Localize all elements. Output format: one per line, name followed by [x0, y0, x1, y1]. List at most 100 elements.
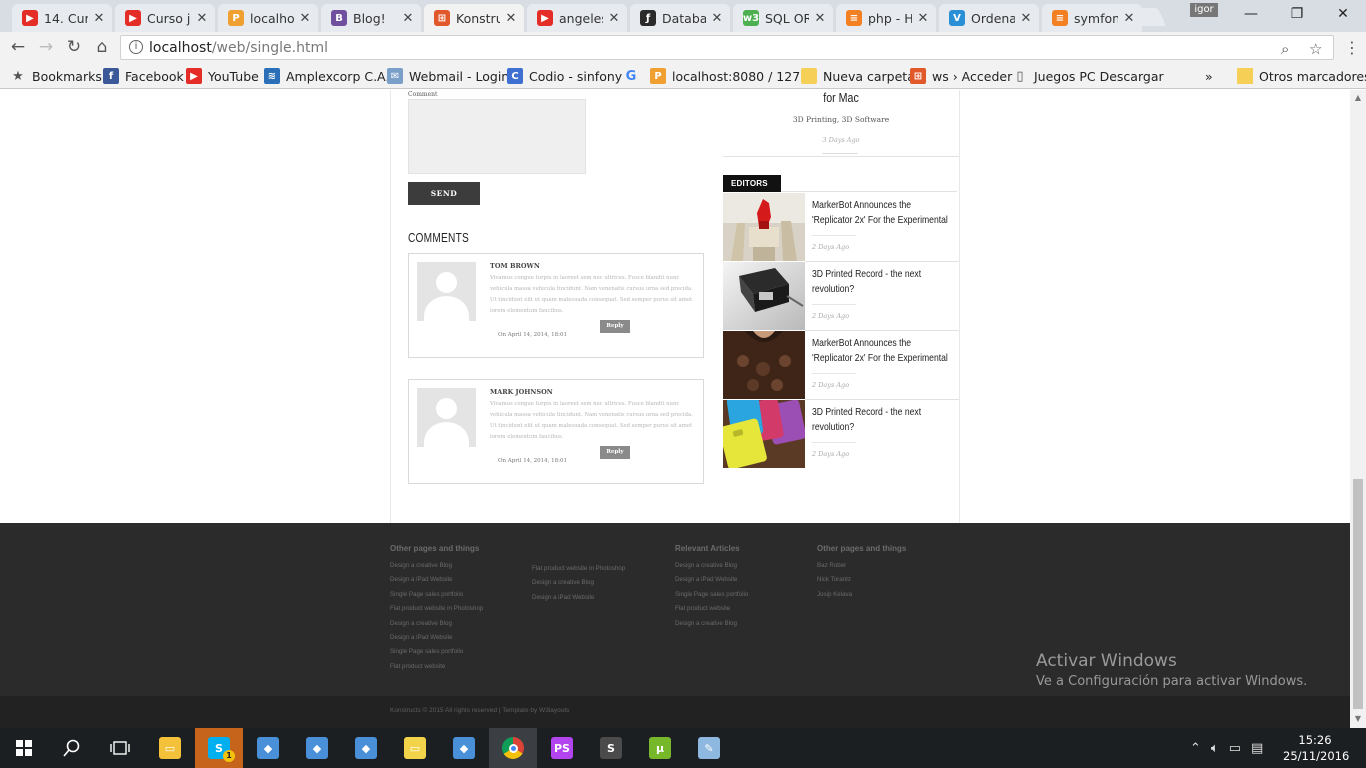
bookmark-item[interactable]: f Facebook — [103, 67, 184, 85]
footer-link[interactable]: Design a creative Blog — [390, 562, 452, 569]
bookmark-item[interactable]: ≋ Amplexcorp C.A. — [264, 67, 389, 85]
bookmark-item[interactable]: ★ Bookmarks — [10, 67, 102, 85]
editors-pick-item[interactable]: MarkerBot Announces the 'Replicator 2x' … — [723, 331, 959, 400]
reply-button[interactable]: Reply — [600, 320, 630, 333]
taskbar-app[interactable]: µ — [636, 728, 684, 768]
browser-tab[interactable]: B Blog! ✕ — [321, 4, 421, 32]
close-icon[interactable]: ✕ — [195, 11, 209, 26]
browser-tab[interactable]: ▶ 14. Curs ✕ — [12, 4, 112, 32]
volume-icon[interactable]: 🔈︎ — [1211, 741, 1219, 756]
scroll-up-icon[interactable]: ▲ — [1353, 93, 1363, 103]
taskbar-app[interactable]: S — [587, 728, 635, 768]
task-view-icon[interactable] — [96, 728, 144, 768]
editors-pick-item[interactable]: MarkerBot Announces the 'Replicator 2x' … — [723, 193, 959, 262]
close-icon[interactable]: ✕ — [916, 11, 930, 26]
footer-link[interactable]: Design a creative Blog — [675, 562, 737, 569]
footer-link[interactable]: Flat product website — [390, 663, 445, 670]
post-thumbnail[interactable] — [723, 331, 805, 399]
taskbar-clock[interactable]: 15:26 25/11/2016 — [1283, 732, 1349, 764]
bookmark-star-icon[interactable]: ☆ — [1309, 40, 1322, 58]
post-title[interactable]: MarkerBot Announces the 'Replicator 2x' … — [812, 336, 951, 366]
taskbar-app[interactable]: ▭ — [391, 728, 439, 768]
taskbar-app[interactable]: ◆ — [293, 728, 341, 768]
footer-link[interactable]: Design a creative Blog — [390, 620, 452, 627]
network-icon[interactable]: ▭ — [1229, 741, 1241, 756]
taskbar-app[interactable]: ◆ — [244, 728, 292, 768]
footer-link[interactable]: Design a iPad Website — [532, 594, 594, 601]
page-scrollbar[interactable]: ▲ ▼ — [1350, 90, 1366, 728]
show-hidden-icons[interactable]: ⌃ — [1190, 741, 1201, 756]
footer-link[interactable]: Baz Rober — [817, 562, 846, 569]
sidebar-post-category[interactable]: 3D Printing, 3D Software — [723, 115, 959, 124]
browser-tab[interactable]: ƒ Databa ✕ — [630, 4, 730, 32]
post-thumbnail[interactable] — [723, 193, 805, 261]
browser-tab[interactable]: ≡ php - H ✕ — [836, 4, 936, 32]
minimize-button[interactable]: — — [1228, 0, 1274, 28]
taskbar-app[interactable]: PS — [538, 728, 586, 768]
menu-icon[interactable]: ⋮ — [1342, 38, 1362, 57]
taskbar-app[interactable] — [489, 728, 537, 768]
bookmark-item[interactable]: Plocalhost:8080 / 127.0 — [650, 67, 812, 85]
footer-link[interactable]: Josip Kelava — [817, 591, 852, 598]
search-icon[interactable]: ⌕ — [1281, 40, 1289, 58]
bookmark-item[interactable]: ⊞ ws › Acceder — [910, 67, 1012, 85]
restore-button[interactable]: ❐ — [1274, 0, 1320, 28]
comment-textarea[interactable] — [408, 99, 586, 174]
footer-link[interactable]: Flat product website — [675, 605, 730, 612]
bookmark-item[interactable]: G — [623, 67, 645, 85]
taskbar-app[interactable]: S1 — [195, 728, 243, 768]
footer-link[interactable]: Single Page sales portfolio — [675, 591, 748, 598]
footer-link[interactable]: Design a creative Blog — [675, 620, 737, 627]
browser-tab[interactable]: Plocalhos ✕ — [218, 4, 318, 32]
bookmark-item[interactable]: Nueva carpeta — [801, 67, 915, 85]
footer-link[interactable]: Design a creative Blog — [532, 579, 594, 586]
reload-icon[interactable]: ↻ — [62, 35, 86, 59]
browser-tab[interactable]: w3 SQL OR ✕ — [733, 4, 833, 32]
close-window-button[interactable]: ✕ — [1320, 0, 1366, 28]
close-icon[interactable]: ✕ — [813, 11, 827, 26]
footer-link[interactable]: Design a iPad Website — [390, 634, 452, 641]
post-title[interactable]: MarkerBot Announces the 'Replicator 2x' … — [812, 198, 951, 228]
browser-tab[interactable]: ▶ angeles ✕ — [527, 4, 627, 32]
close-icon[interactable]: ✕ — [1122, 11, 1136, 26]
footer-link[interactable]: Flat product website in Photoshop — [532, 565, 625, 572]
browser-tab[interactable]: V Ordena ✕ — [939, 4, 1039, 32]
taskbar-app[interactable]: ◆ — [440, 728, 488, 768]
close-icon[interactable]: ✕ — [504, 11, 518, 26]
bookmark-item[interactable]: ✉ Webmail - Login — [387, 67, 509, 85]
bookmark-item[interactable]: ▯ Juegos PC Descargar — [1012, 67, 1163, 85]
close-icon[interactable]: ✕ — [298, 11, 312, 26]
bookmark-item[interactable]: C Codio - sinfony — [507, 67, 622, 85]
address-bar[interactable]: i localhost/web/single.html ⌕ ☆ — [120, 35, 1334, 60]
footer-link[interactable]: Single Page sales portfolio — [390, 591, 463, 598]
reply-button[interactable]: Reply — [600, 446, 630, 459]
bookmark-item[interactable]: ▶ YouTube — [186, 67, 259, 85]
scroll-down-icon[interactable]: ▼ — [1353, 714, 1363, 724]
site-info-icon[interactable]: i — [129, 40, 143, 54]
notifications-icon[interactable]: ▤ — [1251, 741, 1263, 756]
home-icon[interactable]: ⌂ — [90, 35, 114, 59]
taskbar-app[interactable]: ▭ — [146, 728, 194, 768]
close-icon[interactable]: ✕ — [1019, 11, 1033, 26]
taskbar-app[interactable]: ◆ — [342, 728, 390, 768]
search-icon[interactable] — [48, 728, 96, 768]
forward-icon[interactable]: → — [34, 35, 58, 59]
bookmarks-overflow[interactable]: » — [1205, 67, 1213, 85]
post-thumbnail[interactable] — [723, 262, 805, 330]
footer-link[interactable]: Design a iPad Website — [390, 576, 452, 583]
editors-pick-item[interactable]: 3D Printed Record - the next revolution?… — [723, 262, 959, 331]
close-icon[interactable]: ✕ — [710, 11, 724, 26]
footer-link[interactable]: Design a iPad Website — [675, 576, 737, 583]
footer-link[interactable]: Nick Torantz — [817, 576, 851, 583]
post-thumbnail[interactable] — [723, 400, 805, 468]
post-title[interactable]: 3D Printed Record - the next revolution? — [812, 267, 935, 297]
other-bookmarks[interactable]: Otros marcadores — [1237, 67, 1366, 85]
post-title[interactable]: 3D Printed Record - the next revolution? — [812, 405, 935, 435]
taskbar-app[interactable]: ✎ — [685, 728, 733, 768]
send-button[interactable]: SEND — [408, 182, 480, 205]
editors-pick-item[interactable]: 3D Printed Record - the next revolution?… — [723, 400, 959, 469]
close-icon[interactable]: ✕ — [92, 11, 106, 26]
footer-link[interactable]: Flat product website in Photoshop — [390, 605, 483, 612]
back-icon[interactable]: ← — [6, 35, 30, 59]
footer-link[interactable]: Single Page sales portfolio — [390, 648, 463, 655]
